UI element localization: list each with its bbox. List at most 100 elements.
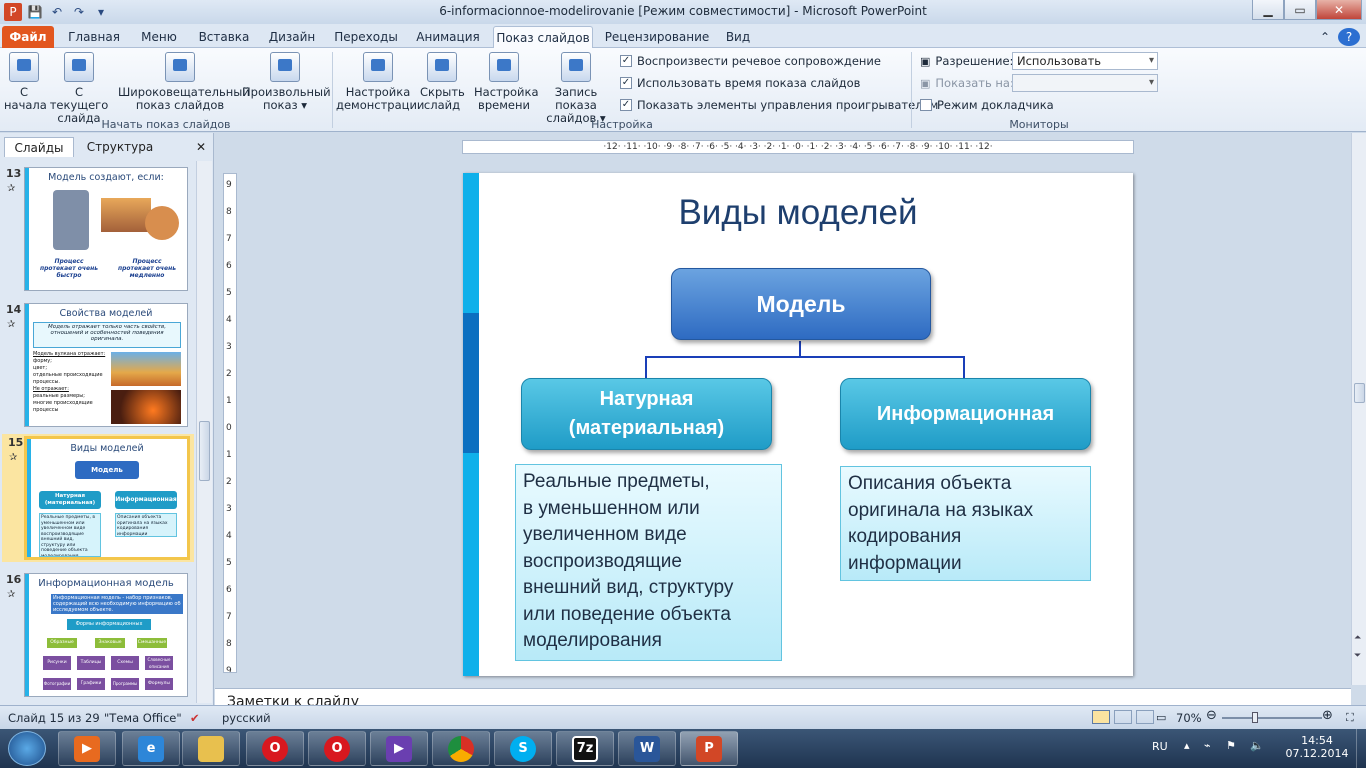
information-model-box[interactable]: Информационная xyxy=(840,378,1091,450)
flag-icon[interactable]: ⚑ xyxy=(1226,739,1236,752)
help-icon[interactable]: ? xyxy=(1338,28,1360,46)
pane-tab-outline[interactable]: Структура xyxy=(80,137,160,157)
taskbar-explorer[interactable] xyxy=(182,731,240,766)
thumb-desc: Описания объекта оригинала на языках код… xyxy=(115,513,177,537)
slide-thumbnail-14[interactable]: 14 ✰ Свойства моделей Модель отражает то… xyxy=(0,301,200,429)
record-show-button[interactable]: Запись показа слайдов ▾ xyxy=(536,52,616,125)
slide-canvas[interactable]: Виды моделей Модель Натурная (материальн… xyxy=(463,173,1133,676)
spellcheck-icon[interactable]: ✔ xyxy=(190,711,200,725)
animation-star-icon: ✰ xyxy=(7,319,16,330)
thumb-node: Таблицы xyxy=(77,656,105,670)
reading-view-icon[interactable] xyxy=(1136,710,1154,724)
custom-show-button[interactable]: Произвольный показ ▾ xyxy=(242,52,331,112)
taskbar-opera-2[interactable]: O xyxy=(308,731,366,766)
resolution-dropdown[interactable]: Использовать текуще... xyxy=(1012,52,1158,84)
from-start-button[interactable]: С начала xyxy=(4,52,47,112)
accent-bar xyxy=(25,574,29,696)
tab-file[interactable]: Файл xyxy=(2,26,54,48)
slideshow-view-icon[interactable]: ▭ xyxy=(1156,711,1166,724)
information-model-description[interactable]: Описания объекта оригинала на языках код… xyxy=(840,466,1091,581)
zoom-slider-handle[interactable] xyxy=(1252,712,1258,723)
taskbar-ie[interactable]: e xyxy=(122,731,180,766)
zoom-in-icon[interactable]: ⊕ xyxy=(1322,708,1333,723)
ruler-tick-label: 6 xyxy=(226,585,232,595)
prev-slide-icon[interactable]: ⏶ xyxy=(1354,633,1361,643)
slide-thumbnail-13[interactable]: 13 ✰ Модель создают, если: Процесс проте… xyxy=(0,165,200,293)
opera-icon: O xyxy=(324,735,350,762)
zoom-slider[interactable] xyxy=(1222,717,1322,719)
thumb-text: Модель вулкана отражает: xyxy=(33,351,106,357)
ribbon-minimize-icon[interactable]: ⌃ xyxy=(1316,26,1334,48)
ruler-tick-label: 4 xyxy=(226,315,232,325)
language[interactable]: русский xyxy=(222,711,271,725)
slide-title[interactable]: Виды моделей xyxy=(463,193,1133,233)
show-desktop-button[interactable] xyxy=(1356,729,1366,768)
taskbar-opera-1[interactable]: O xyxy=(246,731,304,766)
editor-scroll-thumb[interactable] xyxy=(1354,383,1365,403)
input-language[interactable]: RU xyxy=(1152,740,1168,753)
tray-expand-icon[interactable]: ▴ xyxy=(1184,739,1190,752)
next-slide-icon[interactable]: ⏷ xyxy=(1354,651,1361,661)
taskbar-7zip[interactable]: 7z xyxy=(556,731,614,766)
editor-scrollbar[interactable]: ⏶ ⏷ xyxy=(1351,133,1366,685)
custom-show-icon xyxy=(270,52,300,82)
from-current-button[interactable]: С текущего слайда xyxy=(46,52,112,125)
presenter-view-checkbox[interactable]: Режим докладчика xyxy=(920,98,1054,112)
slide-thumbnail-15[interactable]: 15 ✰ Виды моделей Модель Натурная (матер… xyxy=(2,434,194,562)
volume-icon[interactable]: 🔈 xyxy=(1250,739,1264,752)
tab-animation[interactable]: Анимация xyxy=(412,26,484,48)
theme-name[interactable]: "Тема Office" xyxy=(104,711,182,725)
narrations-checkbox[interactable]: ✓ Воспроизвести речевое сопровождение xyxy=(620,54,881,68)
taskbar-app-purple[interactable]: ▶ xyxy=(370,731,428,766)
notes-pane[interactable]: Заметки к слайду xyxy=(215,688,1351,705)
tab-design[interactable]: Дизайн xyxy=(264,26,320,48)
natural-model-description[interactable]: Реальные предметы, в уменьшенном или уве… xyxy=(515,464,782,661)
zoom-level[interactable]: 70% xyxy=(1176,711,1202,725)
taskbar-skype[interactable]: S xyxy=(494,731,552,766)
pane-tab-slides[interactable]: Слайды xyxy=(4,137,74,157)
thumb-root-box: Модель xyxy=(75,461,139,479)
media-controls-label: Показать элементы управления проигрывате… xyxy=(637,98,939,112)
show-on-dropdown[interactable] xyxy=(1012,74,1158,92)
minimize-button[interactable]: ▁ xyxy=(1252,0,1284,20)
tab-slideshow[interactable]: Показ слайдов xyxy=(493,26,593,48)
clock[interactable]: 14:54 07.12.2014 xyxy=(1282,734,1352,760)
checkbox-empty-icon xyxy=(920,99,932,111)
network-icon[interactable]: ⌁ xyxy=(1204,739,1211,752)
checkmark-icon: ✓ xyxy=(620,77,632,89)
broadcast-icon xyxy=(165,52,195,82)
tab-insert[interactable]: Вставка xyxy=(194,26,254,48)
chrome-icon xyxy=(448,735,474,762)
tab-view[interactable]: Вид xyxy=(720,26,756,48)
tab-menu[interactable]: Меню xyxy=(134,26,184,48)
slide-sorter-icon[interactable] xyxy=(1114,710,1132,724)
slide-thumbnail-16[interactable]: 16 ✰ Информационная модель Информационна… xyxy=(0,571,200,705)
normal-view-icon[interactable] xyxy=(1092,710,1110,724)
tab-review[interactable]: Рецензирование xyxy=(603,26,711,48)
fit-to-window-icon[interactable]: ⛶ xyxy=(1346,711,1354,725)
window-title: 6-informacionnoe-modelirovanie [Режим со… xyxy=(439,4,927,18)
zoom-out-icon[interactable]: ⊖ xyxy=(1206,708,1217,723)
rehearse-timings-button[interactable]: Настройка времени xyxy=(474,52,539,112)
start-button[interactable] xyxy=(8,731,46,766)
taskbar-chrome[interactable] xyxy=(432,731,490,766)
taskbar-word[interactable]: W xyxy=(618,731,676,766)
pane-scroll-thumb[interactable] xyxy=(199,421,210,481)
model-root-box[interactable]: Модель xyxy=(671,268,931,340)
broadcast-button[interactable]: Широковещательный показ слайдов xyxy=(118,52,250,112)
pane-scrollbar[interactable] xyxy=(196,161,212,703)
tab-home[interactable]: Главная xyxy=(64,26,124,48)
close-button[interactable]: ✕ xyxy=(1316,0,1362,20)
taskbar-media-player[interactable]: ▶ xyxy=(58,731,116,766)
pane-close-icon[interactable]: ✕ xyxy=(192,137,210,157)
tab-transitions[interactable]: Переходы xyxy=(330,26,402,48)
presentation-icon xyxy=(64,52,94,82)
setup-show-button[interactable]: Настройка демонстрации xyxy=(336,52,424,112)
hide-slide-button[interactable]: Скрыть слайд xyxy=(420,52,465,112)
natural-model-box[interactable]: Натурная (материальная) xyxy=(521,378,772,450)
media-controls-checkbox[interactable]: ✓ Показать элементы управления проигрыва… xyxy=(620,98,938,112)
taskbar-powerpoint[interactable]: P xyxy=(680,731,738,766)
timings-checkbox[interactable]: ✓ Использовать время показа слайдов xyxy=(620,76,860,90)
maximize-button[interactable]: ▭ xyxy=(1284,0,1316,20)
vertical-ruler: 9 8 7 6 5 4 3 2 1 0 1 2 3 4 5 6 7 8 9 xyxy=(223,173,237,673)
